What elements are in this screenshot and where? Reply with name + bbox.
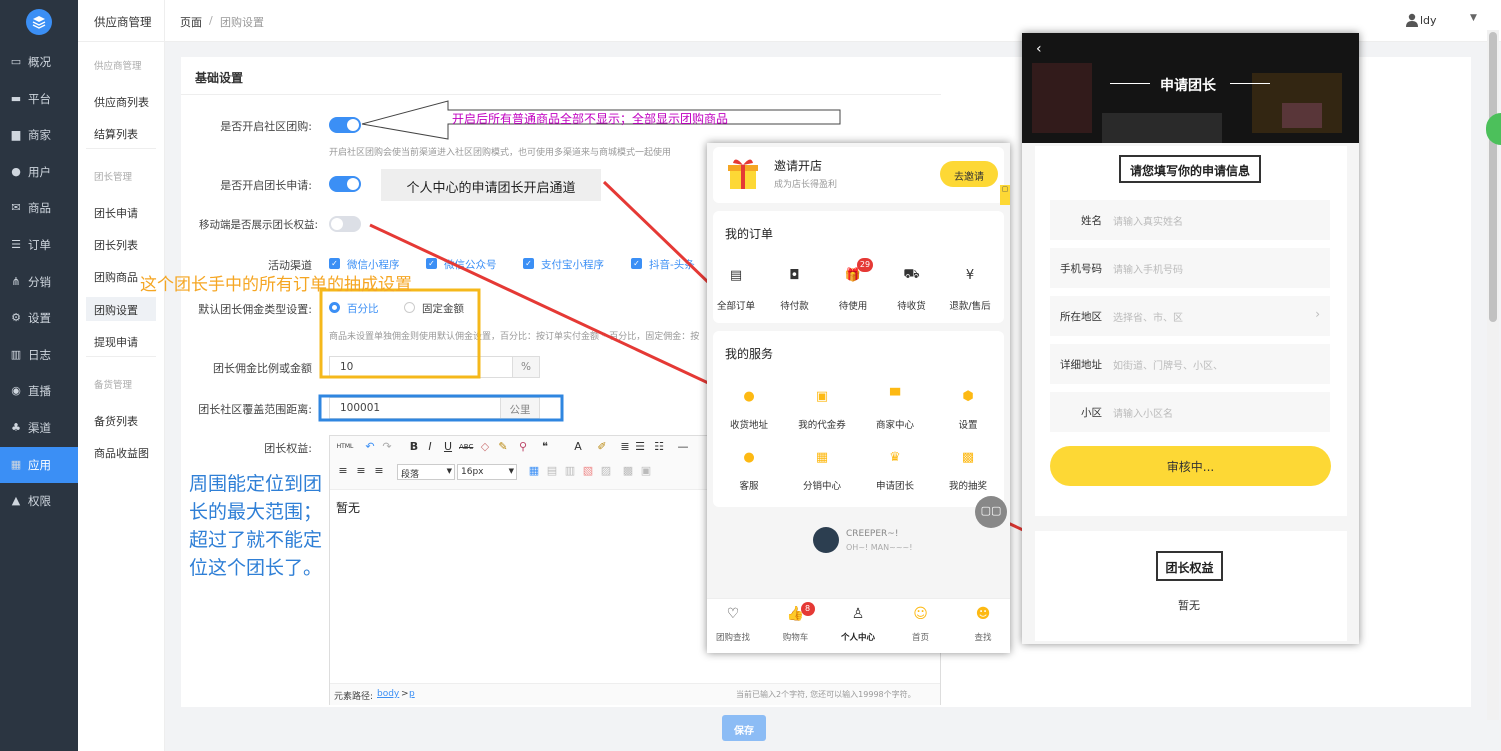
profile-avatar xyxy=(813,527,839,553)
profile-name: CREEPER~! xyxy=(846,529,899,539)
cart-badge: 8 xyxy=(800,602,815,616)
distribution-icon[interactable]: ▦ xyxy=(811,447,833,467)
annotation-arrow-text: 开启后所有普通商品全部不显示；全部显示团购商品 xyxy=(452,112,729,126)
service-icon[interactable]: ● xyxy=(738,447,760,467)
order-item-label[interactable]: 退款/售后 xyxy=(937,298,1003,312)
apply-field-label: 手机号码 xyxy=(1060,263,1102,275)
apply-field-row[interactable]: 详细地址 如街道、门牌号、小区、 xyxy=(1050,344,1330,384)
rights-title: 团长权益 xyxy=(1156,551,1223,581)
doc-icon[interactable]: ▤ xyxy=(725,265,747,285)
hexagon-icon[interactable]: ⬢ xyxy=(957,386,979,406)
annotation-blue-box xyxy=(318,394,564,422)
order-item-label[interactable]: 待使用 xyxy=(820,298,886,312)
apply-field-label: 所在地区 xyxy=(1060,311,1102,323)
crown-icon[interactable]: ♛ xyxy=(884,447,906,467)
apply-field-placeholder[interactable]: 请输入手机号码 xyxy=(1113,261,1183,276)
apply-field-row[interactable]: 小区 请输入小区名 xyxy=(1050,392,1330,432)
coupon-icon[interactable]: ▣ xyxy=(811,386,833,406)
annotation-blue-text: 周围能定位到团长的最大范围；超过了就不能定位这个团长了。 xyxy=(189,473,323,579)
apply-field-placeholder[interactable]: 请输入小区名 xyxy=(1113,405,1173,420)
apply-field-placeholder[interactable]: 如街道、门牌号、小区、 xyxy=(1113,357,1223,372)
invite-subtitle: 成为店长得盈利 xyxy=(774,180,838,190)
services-title: 我的服务 xyxy=(725,347,774,361)
back-icon[interactable]: ‹ xyxy=(1036,41,1042,57)
order-item-label[interactable]: 待付款 xyxy=(762,298,828,312)
nav-home-icon[interactable]: ☺ xyxy=(912,606,930,624)
apply-form-title: 请您填写你的申请信息 xyxy=(1119,155,1261,183)
order-item-label[interactable]: 全部订单 xyxy=(707,298,769,312)
apply-field-row[interactable]: 所在地区 选择省、市、区 › xyxy=(1050,296,1330,336)
gift-box-icon[interactable]: ▩ xyxy=(957,447,979,467)
apply-field-label: 详细地址 xyxy=(1060,359,1102,371)
refund-icon[interactable]: ¥ xyxy=(959,265,981,285)
invite-card: 邀请开店 成为店长得盈利 去邀请 xyxy=(713,147,1004,203)
chevron-right-icon[interactable]: › xyxy=(1315,307,1320,321)
nav-item-label[interactable]: 购物车 xyxy=(772,631,820,643)
orders-title: 我的订单 xyxy=(725,227,774,241)
title-line-left xyxy=(1110,83,1150,84)
annotation-yellow-text: 这个团长手中的所有订单的抽成设置 xyxy=(140,275,412,295)
apply-title: 申请团长 xyxy=(1160,78,1216,94)
float-chat-icon[interactable]: ▢▢ xyxy=(975,496,1007,528)
apply-field-label: 小区 xyxy=(1081,407,1102,419)
service-item-label[interactable]: 分销中心 xyxy=(789,478,855,492)
invite-title: 邀请开店 xyxy=(774,159,823,173)
title-line-right xyxy=(1230,83,1270,84)
apply-field-placeholder[interactable]: 选择省、市、区 xyxy=(1113,309,1183,324)
order-badge: 29 xyxy=(857,258,873,272)
review-status-button[interactable]: 审核中... xyxy=(1050,446,1331,486)
profile-subtitle: OH~! MAN~~~! xyxy=(846,543,913,552)
service-item-label[interactable]: 设置 xyxy=(935,417,1001,431)
gift-icon xyxy=(727,155,759,191)
nav-profile-icon[interactable]: ♙ xyxy=(849,606,867,624)
apply-field-row[interactable]: 姓名 请输入真实姓名 xyxy=(1050,200,1330,240)
annotation-yellow-box xyxy=(319,288,481,379)
invite-button[interactable]: 去邀请 xyxy=(940,161,998,187)
nav-search-icon[interactable]: ♡ xyxy=(724,606,742,624)
annotation-box-text: 个人中心的申请团长开启通道 xyxy=(381,169,601,201)
nav-item-label[interactable]: 团购查找 xyxy=(709,631,757,643)
service-item-label[interactable]: 我的代金券 xyxy=(789,417,855,431)
side-tab-icon[interactable]: ▢ xyxy=(1000,185,1010,205)
service-item-label[interactable]: 商家中心 xyxy=(862,417,928,431)
nav-find-icon[interactable]: ☻ xyxy=(974,606,992,624)
nav-item-label[interactable]: 个人中心 xyxy=(834,631,882,643)
service-item-label[interactable]: 收货地址 xyxy=(716,417,782,431)
rights-content: 暂无 xyxy=(1178,599,1200,612)
phone-personal-center: 邀请开店 成为店长得盈利 去邀请 我的订单 我的服务 CREEPER~! OH~… xyxy=(707,143,1010,653)
location-icon[interactable]: ● xyxy=(738,386,760,406)
apply-field-row[interactable]: 手机号码 请输入手机号码 xyxy=(1050,248,1330,288)
truck-icon[interactable]: ⛟ xyxy=(901,265,923,285)
service-item-label[interactable]: 申请团长 xyxy=(862,478,928,492)
service-item-label[interactable]: 客服 xyxy=(716,478,782,492)
apply-field-label: 姓名 xyxy=(1081,215,1102,227)
nav-item-label[interactable]: 首页 xyxy=(897,631,945,643)
wallet-icon[interactable]: ◘ xyxy=(784,265,806,285)
order-item-label[interactable]: 待收货 xyxy=(879,298,945,312)
apply-field-placeholder[interactable]: 请输入真实姓名 xyxy=(1113,213,1183,228)
service-item-label[interactable]: 我的抽奖 xyxy=(935,478,1001,492)
rights-card xyxy=(1035,531,1347,641)
nav-item-label[interactable]: 查找 xyxy=(959,631,1007,643)
shop-icon[interactable]: ▀ xyxy=(884,386,906,406)
